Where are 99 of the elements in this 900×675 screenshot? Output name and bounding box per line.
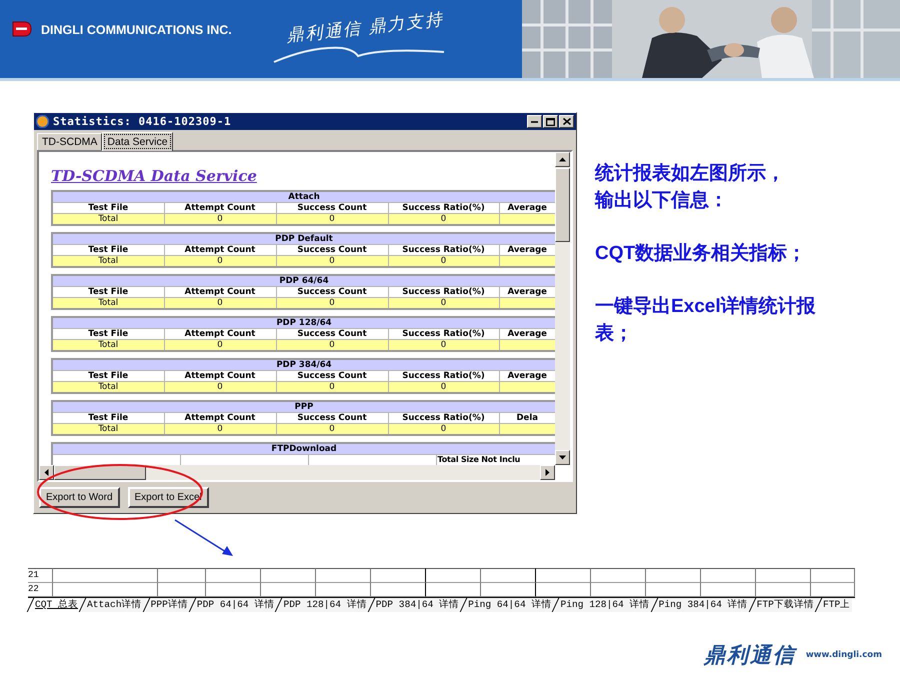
section-title: PDP 384/64 bbox=[52, 359, 555, 370]
export-button[interactable]: Export to Word bbox=[39, 487, 120, 508]
table-cell: 0 bbox=[164, 382, 276, 393]
brand-name: 鼎利通信 bbox=[704, 643, 796, 669]
note-text: 一键导出Excel详情统计报表； bbox=[595, 294, 817, 346]
table-cell: 0 bbox=[388, 382, 499, 393]
table-cell: Total bbox=[52, 382, 164, 393]
note-text: 统计报表如左图所示， bbox=[595, 162, 786, 186]
spreadsheet-cell bbox=[426, 583, 481, 597]
table-cell: Total bbox=[52, 256, 164, 267]
spreadsheet-cell bbox=[371, 568, 426, 583]
row-number: 21 bbox=[28, 568, 53, 583]
table-cell: 0 bbox=[276, 214, 388, 225]
section-title: PPP bbox=[52, 401, 555, 412]
note-text: 输出以下信息： bbox=[595, 189, 729, 213]
table-cell: 0 bbox=[388, 256, 499, 267]
close-button[interactable] bbox=[559, 115, 574, 128]
sheet-tab[interactable]: FTP上 bbox=[816, 598, 852, 612]
sheet-tab[interactable]: CQT 总表 bbox=[28, 598, 80, 612]
spreadsheet-cell bbox=[756, 583, 811, 597]
table-cell: Total bbox=[52, 424, 164, 435]
maximize-button[interactable] bbox=[543, 115, 558, 128]
row-number: 22 bbox=[28, 583, 53, 597]
app-icon bbox=[36, 115, 49, 128]
scroll-down-button[interactable] bbox=[555, 450, 570, 465]
section-title: FTPDownload bbox=[52, 443, 555, 454]
sheet-tab[interactable]: PDP 128|64 详情 bbox=[276, 598, 369, 612]
spreadsheet-cell bbox=[591, 583, 646, 597]
table-cell: 0 bbox=[164, 424, 276, 435]
table-cell: 0 bbox=[276, 340, 388, 351]
spreadsheet-cell bbox=[701, 568, 756, 583]
company-name: DINGLI COMMUNICATIONS INC. bbox=[41, 23, 232, 37]
spreadsheet-cell bbox=[206, 568, 261, 583]
tab[interactable]: TD-SCDMA bbox=[37, 133, 102, 150]
scrollbar-thumb[interactable] bbox=[555, 168, 570, 242]
spreadsheet-cell bbox=[426, 568, 481, 583]
table-cell: 0 bbox=[276, 424, 388, 435]
scroll-left-button[interactable] bbox=[39, 465, 54, 480]
spreadsheet-cell bbox=[158, 583, 206, 597]
table-cell: 0 bbox=[164, 214, 276, 225]
spreadsheet-cell bbox=[316, 583, 371, 597]
sheet-tab[interactable]: Ping 384|64 详情 bbox=[652, 598, 750, 612]
spreadsheet-cell bbox=[646, 568, 701, 583]
sheet-tab[interactable]: Ping 64|64 详情 bbox=[461, 598, 554, 612]
spreadsheet-cell bbox=[316, 568, 371, 583]
spreadsheet-cell bbox=[646, 583, 701, 597]
table-cell: 0 bbox=[276, 298, 388, 309]
spreadsheet-cell bbox=[811, 583, 855, 597]
sheet-tab[interactable]: Attach详情 bbox=[80, 598, 144, 612]
close-icon bbox=[562, 118, 570, 125]
section-title: Attach bbox=[52, 191, 555, 202]
report-title[interactable]: TD-SCDMA Data Service bbox=[51, 167, 257, 185]
arrow-right-icon bbox=[544, 469, 551, 476]
arrow-up-icon bbox=[559, 156, 566, 163]
table-cell: 0 bbox=[276, 256, 388, 267]
spreadsheet-cell bbox=[591, 568, 646, 583]
table-cell: 0 bbox=[388, 214, 499, 225]
spreadsheet-cell bbox=[536, 583, 591, 597]
minimize-icon bbox=[531, 120, 538, 122]
section-title: PDP Default bbox=[52, 233, 555, 244]
sheet-tab[interactable]: Ping 128|64 详情 bbox=[553, 598, 652, 612]
sheet-tab[interactable]: PDP 384|64 详情 bbox=[368, 598, 462, 612]
table-cell: 0 bbox=[164, 298, 276, 309]
spreadsheet-cell bbox=[701, 583, 756, 597]
annotation-arrow bbox=[174, 519, 233, 556]
scroll-right-button[interactable] bbox=[540, 465, 555, 480]
section-title: PDP 128/64 bbox=[52, 317, 555, 328]
table-cell: 0 bbox=[164, 340, 276, 351]
section-title: PDP 64/64 bbox=[52, 275, 555, 286]
table-cell: 0 bbox=[164, 256, 276, 267]
arrow-down-icon bbox=[559, 454, 566, 461]
sheet-tab[interactable]: PPP详情 bbox=[144, 598, 190, 612]
table-cell: 0 bbox=[388, 424, 499, 435]
table-cell: Total bbox=[52, 340, 164, 351]
table-cell: Total bbox=[52, 298, 164, 309]
spreadsheet-cell bbox=[811, 568, 855, 583]
maximize-icon bbox=[546, 118, 555, 126]
sheet-tab[interactable]: FTP下载详情 bbox=[750, 598, 816, 612]
spreadsheet-cell bbox=[206, 583, 261, 597]
logo-icon bbox=[12, 21, 32, 37]
note-text: CQT数据业务相关指标； bbox=[595, 242, 808, 266]
sheet-tab[interactable]: PDP 64|64 详情 bbox=[190, 598, 276, 612]
spreadsheet-cell bbox=[536, 568, 591, 583]
spreadsheet-cell bbox=[756, 568, 811, 583]
spreadsheet-cell bbox=[481, 568, 536, 583]
spreadsheet-cell bbox=[261, 583, 316, 597]
website-url: www.dingli.com bbox=[806, 650, 882, 660]
minimize-button[interactable] bbox=[527, 115, 542, 128]
spreadsheet-cell bbox=[261, 568, 316, 583]
window-title: Statistics: 0416-102309-1 bbox=[53, 115, 232, 128]
slogan: 鼎利通信 鼎力支持 bbox=[284, 8, 445, 48]
spreadsheet-cell bbox=[158, 568, 206, 583]
arrow-left-icon bbox=[43, 469, 50, 476]
table-cell: 0 bbox=[388, 298, 499, 309]
scroll-up-button[interactable] bbox=[555, 152, 570, 167]
table-cell: 0 bbox=[388, 340, 499, 351]
table-cell: Total bbox=[52, 214, 164, 225]
table-cell: 0 bbox=[276, 382, 388, 393]
tab[interactable]: Data Service bbox=[102, 132, 173, 151]
